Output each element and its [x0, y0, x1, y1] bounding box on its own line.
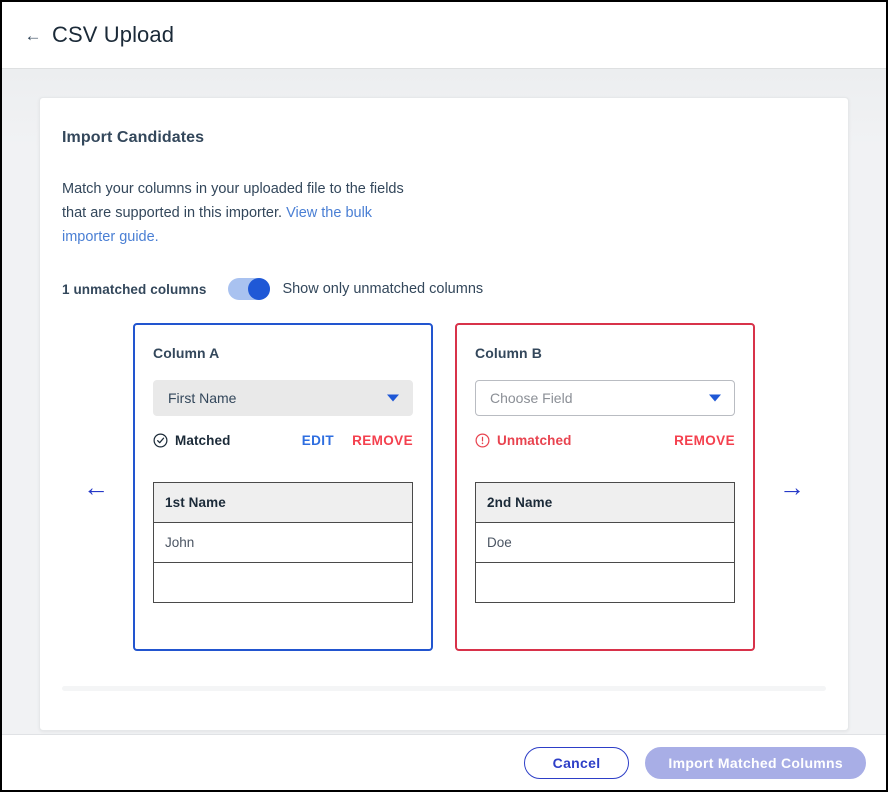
exclamation-circle-icon: [475, 433, 490, 448]
column-b-preview-cell-1: Doe: [476, 523, 735, 563]
app-header: ← CSV Upload: [2, 2, 886, 68]
footer-bar: Cancel Import Matched Columns: [2, 734, 886, 790]
back-arrow-icon[interactable]: ←: [22, 24, 44, 46]
cancel-button[interactable]: Cancel: [524, 747, 630, 779]
csv-upload-window: ← CSV Upload Import Candidates Match you…: [0, 0, 888, 792]
column-a-preview-table: 1st Name John: [153, 482, 413, 603]
column-a-edit-button[interactable]: EDIT: [302, 433, 334, 448]
column-b-preview-cell-2: [476, 563, 735, 603]
column-a-status-text: Matched: [175, 433, 230, 448]
column-b-remove-button[interactable]: REMOVE: [674, 433, 735, 448]
page-title: CSV Upload: [52, 22, 174, 48]
column-b-status-text: Unmatched: [497, 433, 571, 448]
column-a-preview-header: 1st Name: [154, 483, 413, 523]
column-b-name: Column B: [475, 345, 735, 361]
column-a-field-value: First Name: [168, 390, 236, 406]
import-matched-columns-button[interactable]: Import Matched Columns: [645, 747, 866, 779]
column-card-a: Column A First Name Matched: [133, 323, 433, 651]
column-cards: Column A First Name Matched: [122, 323, 766, 651]
chevron-down-icon: [709, 395, 721, 402]
show-only-unmatched-toggle[interactable]: [228, 278, 270, 300]
column-a-preview-cell-2: [154, 563, 413, 603]
unmatched-count-label: 1 unmatched columns: [62, 282, 206, 297]
column-b-preview-header: 2nd Name: [476, 483, 735, 523]
check-circle-icon: [153, 433, 168, 448]
page-body: Import Candidates Match your columns in …: [2, 68, 886, 734]
column-a-field-select[interactable]: First Name: [153, 380, 413, 416]
toggle-label: Show only unmatched columns: [282, 281, 483, 297]
table-row: John: [154, 523, 413, 563]
column-b-status-row: Unmatched REMOVE: [475, 430, 735, 450]
card-description: Match your columns in your uploaded file…: [62, 177, 422, 249]
column-a-preview-cell-1: John: [154, 523, 413, 563]
columns-carousel: ← Column A First Name: [62, 323, 826, 651]
column-a-remove-button[interactable]: REMOVE: [352, 433, 413, 448]
column-card-b: Column B Choose Field Unmatched: [455, 323, 755, 651]
column-b-field-select[interactable]: Choose Field: [475, 380, 735, 416]
table-row: [154, 563, 413, 603]
chevron-down-icon: [387, 395, 399, 402]
carousel-prev-arrow-icon[interactable]: ←: [70, 467, 122, 507]
carousel-next-arrow-icon[interactable]: →: [766, 467, 818, 507]
import-card: Import Candidates Match your columns in …: [39, 97, 849, 731]
column-a-name: Column A: [153, 345, 413, 361]
unmatched-filter-row: 1 unmatched columns Show only unmatched …: [62, 278, 826, 300]
table-header-row: 2nd Name: [476, 483, 735, 523]
table-header-row: 1st Name: [154, 483, 413, 523]
column-a-status-row: Matched EDIT REMOVE: [153, 430, 413, 450]
card-title: Import Candidates: [62, 129, 826, 147]
horizontal-scrollbar[interactable]: [62, 686, 826, 691]
table-row: Doe: [476, 523, 735, 563]
column-b-field-placeholder: Choose Field: [490, 390, 573, 406]
table-row: [476, 563, 735, 603]
column-b-preview-table: 2nd Name Doe: [475, 482, 735, 603]
toggle-knob: [248, 278, 270, 300]
